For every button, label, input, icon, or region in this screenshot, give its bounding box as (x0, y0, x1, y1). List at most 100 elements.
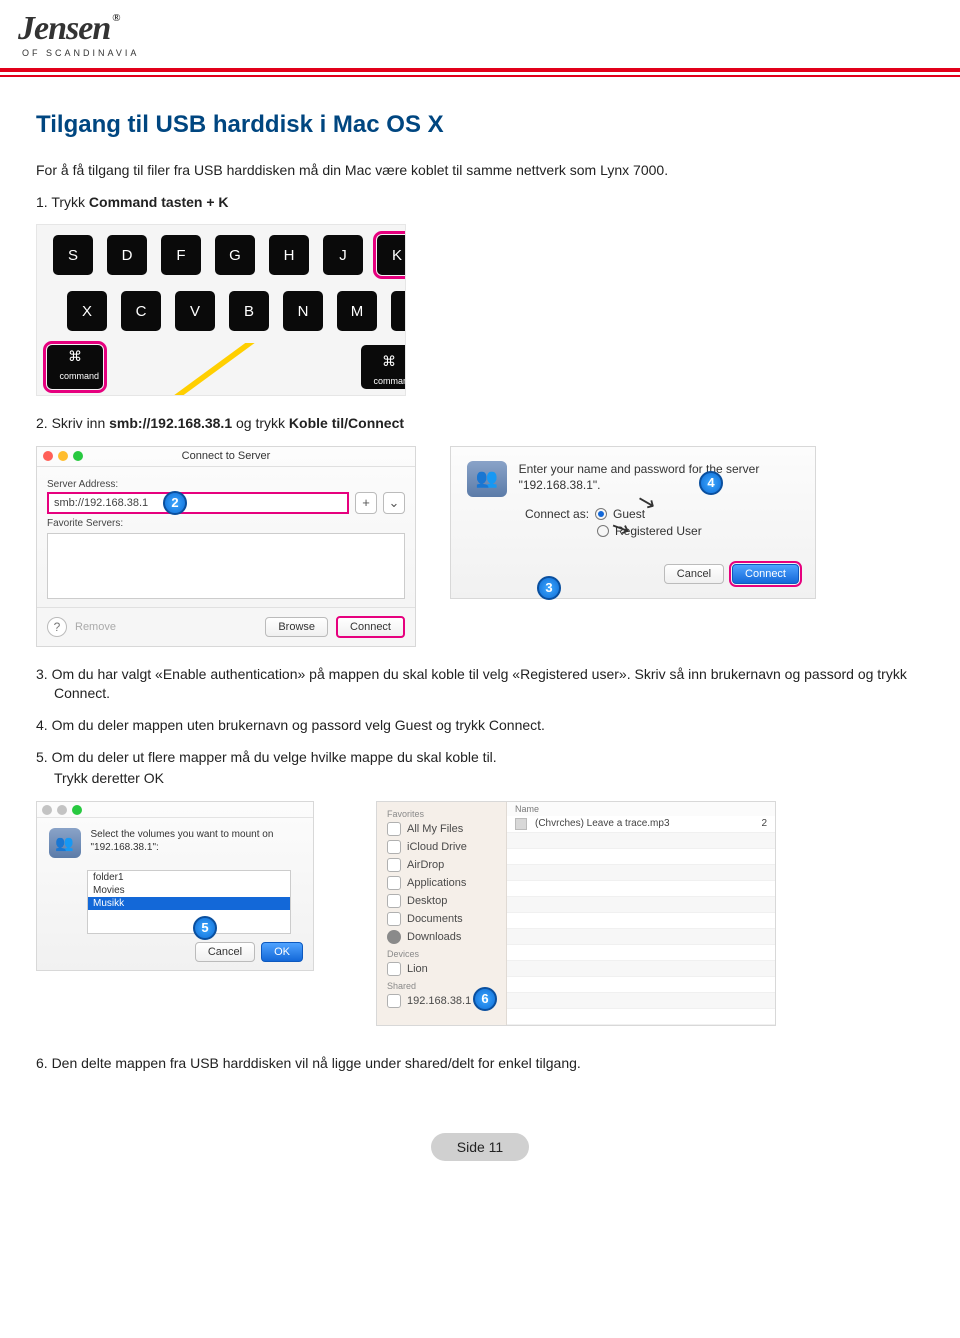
desktop-icon (387, 894, 401, 908)
downloads-icon (387, 930, 401, 944)
file-row (507, 977, 775, 993)
step-2-mid: og trykk (232, 415, 289, 431)
connect-button[interactable]: Connect (336, 616, 405, 638)
key-x: X (67, 291, 107, 331)
favorite-servers-list[interactable] (47, 533, 405, 599)
callout-3: 3 (537, 576, 561, 600)
step-5b: Trykk deretter OK (36, 769, 924, 789)
ok-button[interactable]: OK (261, 942, 303, 962)
connect-button-primary[interactable]: Connect (732, 564, 799, 584)
file-row (507, 881, 775, 897)
cancel-button[interactable]: Cancel (195, 942, 255, 962)
key-comma: < , (391, 291, 406, 331)
browse-button[interactable]: Browse (265, 617, 328, 637)
history-button[interactable]: ⌄ (383, 492, 405, 514)
window-controls[interactable] (42, 805, 82, 815)
sidebar-item[interactable]: All My Files (377, 820, 506, 838)
step-1-bold: Command tasten + K (89, 194, 229, 210)
sidebar-item-label: Desktop (407, 895, 447, 907)
sidebar-item[interactable]: AirDrop (377, 856, 506, 874)
key-k-highlighted: K (377, 235, 406, 275)
key-v: V (175, 291, 215, 331)
applications-icon (387, 876, 401, 890)
page-title: Tilgang til USB harddisk i Mac OS X (36, 111, 924, 139)
key-g: G (215, 235, 255, 275)
file-row (507, 897, 775, 913)
remove-button[interactable]: Remove (75, 621, 116, 633)
close-icon[interactable] (42, 805, 52, 815)
sidebar-item[interactable]: Desktop (377, 892, 506, 910)
connect-to-server-dialog: Connect to Server Server Address: smb://… (36, 446, 416, 647)
registered-user-radio[interactable] (597, 525, 609, 537)
sidebar-item[interactable]: iCloud Drive (377, 838, 506, 856)
server-address-label: Server Address: (47, 479, 405, 490)
step-2-prefix: 2. Skriv inn (36, 415, 109, 431)
cancel-button[interactable]: Cancel (664, 564, 724, 584)
file-row (507, 945, 775, 961)
step-2-bold1: smb://192.168.38.1 (109, 415, 232, 431)
step-3: 3. Om du har valgt «Enable authenticatio… (36, 665, 924, 704)
sidebar-head-devices: Devices (377, 946, 506, 960)
file-name: (Chvrches) Leave a trace.mp3 (535, 818, 753, 829)
key-j: J (323, 235, 363, 275)
step-5a: 5. Om du deler ut flere mapper må du vel… (36, 748, 924, 768)
key-command-left-highlighted: ⌘ command (47, 345, 103, 389)
guest-radio[interactable] (595, 508, 607, 520)
sidebar-item-label: Documents (407, 913, 463, 925)
brand-text: Jensen (18, 10, 110, 48)
file-row (507, 913, 775, 929)
sidebar-item[interactable]: Documents (377, 910, 506, 928)
list-item-selected[interactable]: Musikk (88, 897, 290, 910)
sidebar-head-favorites: Favorites (377, 806, 506, 820)
documents-icon (387, 912, 401, 926)
command-glyph-icon: ⌘ (68, 348, 82, 365)
list-item[interactable]: Movies (88, 884, 290, 897)
auth-dialog: 👥 Enter your name and password for the s… (450, 446, 816, 599)
sidebar-item[interactable]: Downloads (377, 928, 506, 946)
list-item[interactable]: folder1 (88, 871, 290, 884)
disk-icon (387, 962, 401, 976)
help-button[interactable]: ? (47, 617, 67, 637)
step-1: 1. Trykk Command tasten + K (36, 193, 924, 213)
key-b: B (229, 291, 269, 331)
callout-5: 5 (193, 916, 217, 940)
registered-mark: ® (112, 12, 119, 24)
zoom-icon[interactable] (72, 805, 82, 815)
keyboard-illustration: S D F G H J K X C V B N M < , ⌘ command … (36, 224, 406, 396)
file-row (507, 1009, 775, 1025)
callout-4: 4 (699, 471, 723, 495)
brand-tagline: OF SCANDINAVIA (22, 48, 942, 58)
file-row (507, 929, 775, 945)
key-c: C (121, 291, 161, 331)
sidebar-item[interactable]: Lion (377, 960, 506, 978)
volumes-list[interactable]: folder1 Movies Musikk (87, 870, 291, 934)
step-4: 4. Om du deler mappen uten brukernavn og… (36, 716, 924, 736)
server-address-input[interactable]: smb://192.168.38.1 (47, 492, 349, 514)
header-divider (0, 68, 960, 77)
minimize-icon[interactable] (57, 805, 67, 815)
callout-6: 6 (473, 987, 497, 1011)
sidebar-item-label: Lion (407, 963, 428, 975)
callout-2: 2 (163, 491, 187, 515)
server-icon: 👥 (49, 828, 81, 858)
dialog-title: Connect to Server (182, 450, 271, 462)
page-footer: Side 11 (36, 1133, 924, 1161)
window-controls[interactable] (43, 451, 83, 461)
file-row[interactable]: (Chvrches) Leave a trace.mp3 2 (507, 816, 775, 833)
step-2: 2. Skriv inn smb://192.168.38.1 og trykk… (36, 414, 924, 434)
add-server-button[interactable]: + (355, 492, 377, 514)
step-2-bold2: Koble til/Connect (289, 415, 404, 431)
key-s: S (53, 235, 93, 275)
close-icon[interactable] (43, 451, 53, 461)
sidebar-item[interactable]: Applications (377, 874, 506, 892)
key-d: D (107, 235, 147, 275)
key-command-right: ⌘ command (361, 345, 406, 389)
auth-message: Enter your name and password for the ser… (519, 461, 799, 497)
column-name[interactable]: Name (515, 804, 767, 814)
file-icon (515, 818, 527, 830)
zoom-icon[interactable] (73, 451, 83, 461)
mount-message: Select the volumes you want to mount on … (91, 828, 302, 858)
minimize-icon[interactable] (58, 451, 68, 461)
dialog-titlebar: Connect to Server (37, 447, 415, 467)
finder-file-list: Name (Chvrches) Leave a trace.mp3 2 (507, 802, 775, 1025)
